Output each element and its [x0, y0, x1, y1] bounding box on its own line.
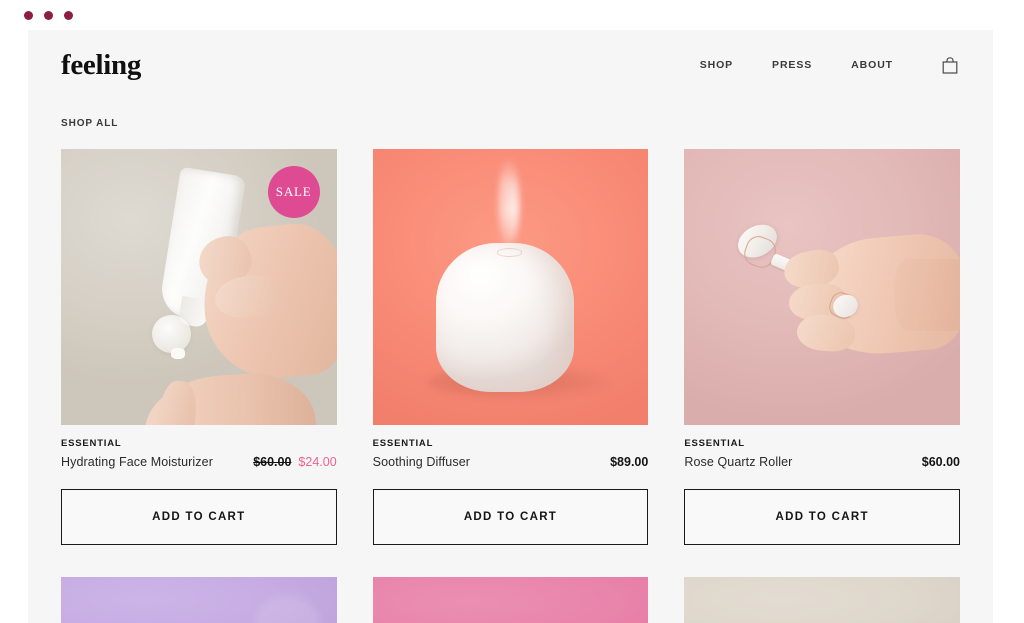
window-minimize-dot[interactable]	[44, 10, 53, 20]
browser-chrome	[0, 0, 1024, 30]
product-title: Rose Quartz Roller	[684, 455, 793, 469]
window-close-dot[interactable]	[24, 10, 33, 20]
product-title: Hydrating Face Moisturizer	[61, 455, 213, 469]
add-to-cart-button[interactable]: ADD TO CART	[61, 489, 337, 545]
product-card[interactable]	[61, 577, 337, 623]
cream-dab	[171, 347, 186, 359]
product-highlight	[253, 595, 321, 623]
nav-link-press[interactable]: PRESS	[772, 59, 812, 71]
main-navigation: SHOP PRESS ABOUT	[700, 54, 960, 76]
shopping-bag-icon	[942, 56, 958, 74]
nav-link-about[interactable]: ABOUT	[851, 59, 893, 71]
diffuser-top-vent	[496, 248, 522, 257]
cream-droplet	[151, 314, 191, 354]
product-image-rose-quartz-roller[interactable]	[684, 149, 960, 425]
product-card: ESSENTIAL Soothing Diffuser $89.00 ADD T…	[372, 149, 649, 545]
product-tag: ESSENTIAL	[61, 438, 122, 449]
hand-wrist	[893, 259, 960, 332]
product-meta: ESSENTIAL Soothing Diffuser $89.00	[373, 425, 649, 469]
site-header: feeling SHOP PRESS ABOUT	[28, 30, 993, 100]
product-title-price-row: Soothing Diffuser $89.00	[373, 455, 649, 469]
product-tag: ESSENTIAL	[684, 438, 745, 449]
window-maximize-dot[interactable]	[64, 10, 73, 20]
product-grid: SALE ESSENTIAL Hydrating Face Moisturize…	[28, 139, 993, 623]
product-image-hydrating-face-moisturizer[interactable]: SALE	[61, 149, 337, 425]
product-price-group: $60.00	[922, 455, 960, 469]
page-viewport: feeling SHOP PRESS ABOUT SHOP ALL SALE E…	[28, 30, 993, 623]
product-card[interactable]	[684, 577, 960, 623]
product-title-price-row: Rose Quartz Roller $60.00	[684, 455, 960, 469]
product-tag: ESSENTIAL	[372, 438, 434, 449]
product-price-group: $89.00	[610, 455, 648, 469]
product-meta: ESSENTIAL Hydrating Face Moisturizer $60…	[61, 425, 337, 469]
product-price-original: $60.00	[921, 455, 960, 469]
add-to-cart-button[interactable]: ADD TO CART	[684, 489, 960, 545]
sale-badge: SALE	[267, 166, 320, 218]
product-image-cream	[684, 577, 960, 623]
shop-all-heading: SHOP ALL	[61, 118, 119, 129]
diffuser-steam	[507, 173, 519, 241]
product-title-price-row: Hydrating Face Moisturizer $60.00 $24.00	[61, 455, 337, 469]
product-image-pink	[372, 577, 649, 623]
add-to-cart-button[interactable]: ADD TO CART	[372, 489, 649, 545]
product-photo-backdrop	[372, 149, 649, 425]
product-price-original: $60.00	[253, 455, 292, 469]
product-price-original: $89.00	[610, 455, 649, 469]
diffuser-body	[436, 242, 574, 392]
product-price-group: $60.00 $24.00	[253, 455, 336, 469]
product-image-lavender	[61, 577, 337, 623]
product-meta: ESSENTIAL Rose Quartz Roller $60.00	[684, 425, 960, 469]
product-price-sale: $24.00	[298, 455, 337, 469]
cart-button[interactable]	[940, 54, 960, 76]
product-photo-backdrop	[684, 149, 960, 425]
product-title: Soothing Diffuser	[372, 455, 471, 469]
product-card: ESSENTIAL Rose Quartz Roller $60.00 ADD …	[684, 149, 960, 545]
nav-link-shop[interactable]: SHOP	[700, 59, 733, 71]
product-card: SALE ESSENTIAL Hydrating Face Moisturize…	[61, 149, 337, 545]
brand-logo[interactable]: feeling	[61, 50, 141, 80]
product-card[interactable]	[372, 577, 649, 623]
product-image-soothing-diffuser[interactable]	[372, 149, 649, 425]
